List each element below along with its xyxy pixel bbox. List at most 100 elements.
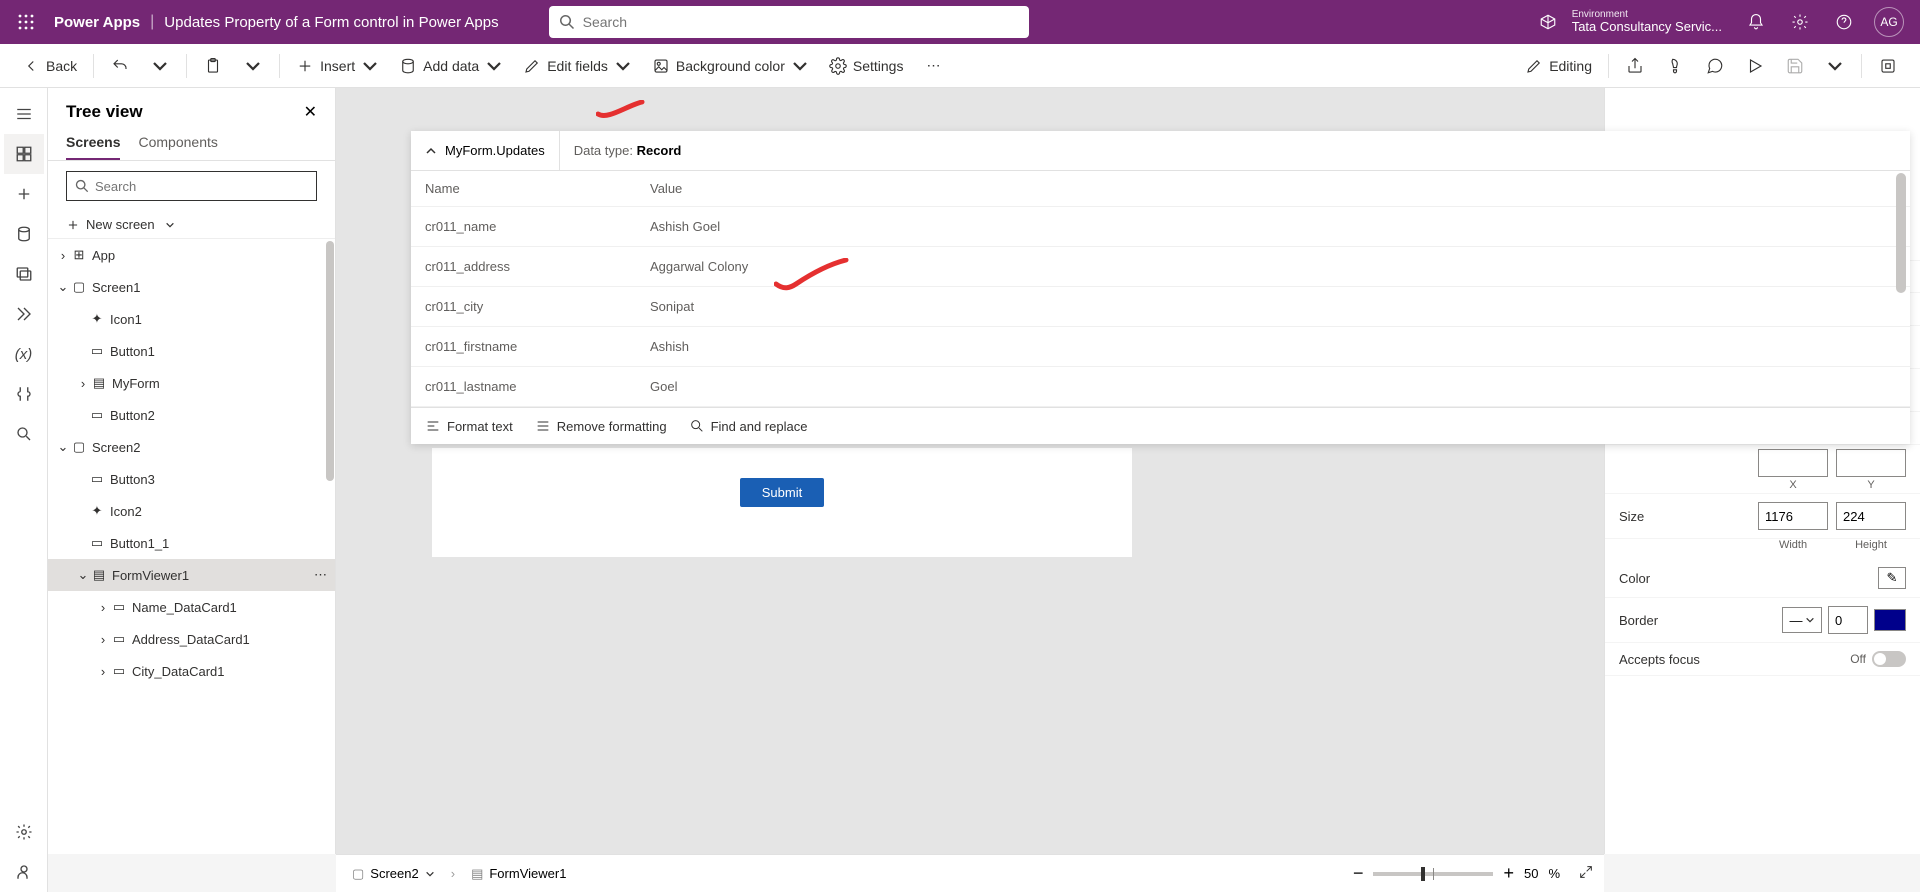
insert-button[interactable]: Insert	[288, 48, 387, 84]
zoom-in-icon[interactable]: +	[1503, 863, 1514, 884]
result-datatype: Data type: Record	[560, 143, 696, 158]
result-row[interactable]: cr011_addressAggarwal Colony	[411, 247, 1910, 287]
border-style-dropdown[interactable]: —	[1782, 607, 1822, 633]
zoom-out-icon[interactable]: −	[1353, 863, 1364, 884]
save-more-chevron[interactable]	[1817, 48, 1853, 84]
position-y-input[interactable]	[1836, 449, 1906, 477]
settings-button[interactable]: Settings	[821, 48, 912, 84]
result-row[interactable]: cr011_lastnameGoel	[411, 367, 1910, 407]
tree-node-icon2[interactable]: ✦Icon2	[48, 495, 335, 527]
result-scrollbar[interactable]	[1896, 173, 1908, 404]
back-label: Back	[46, 58, 77, 74]
search-rail-icon[interactable]	[4, 414, 44, 454]
tree-node-address-datacard[interactable]: ›▭Address_DataCard1	[48, 623, 335, 655]
notifications-icon[interactable]	[1736, 2, 1776, 42]
save-icon[interactable]	[1777, 48, 1813, 84]
breadcrumb-screen[interactable]: ▢Screen2	[346, 864, 441, 884]
search-box[interactable]	[549, 6, 1029, 38]
media-rail-icon[interactable]	[4, 254, 44, 294]
search-input[interactable]	[583, 14, 1019, 30]
color-label: Color	[1619, 571, 1650, 586]
back-button[interactable]: Back	[14, 48, 85, 84]
app-checker-icon[interactable]	[1657, 48, 1693, 84]
environment-icon[interactable]	[1528, 2, 1568, 42]
tree-node-icon1[interactable]: ✦Icon1	[48, 303, 335, 335]
tree-view-panel: Tree view ✕ Screens Components New scree…	[48, 88, 336, 854]
variables-rail-icon[interactable]: (x)	[4, 334, 44, 374]
flows-rail-icon[interactable]	[4, 294, 44, 334]
chevron-up-icon	[425, 145, 437, 157]
editing-mode-button[interactable]: Editing	[1517, 48, 1600, 84]
border-color-swatch[interactable]	[1874, 609, 1906, 631]
tree-view-title: Tree view	[66, 102, 143, 122]
new-screen-button[interactable]: New screen	[48, 211, 335, 238]
environment-picker[interactable]: Environment Tata Consultancy Servic...	[1572, 9, 1722, 34]
preview-icon[interactable]	[1737, 48, 1773, 84]
settings-label: Settings	[853, 58, 904, 74]
comments-icon[interactable]	[1697, 48, 1733, 84]
paste-button[interactable]	[195, 48, 231, 84]
app-launcher-icon[interactable]	[10, 6, 42, 38]
tree-scrollbar[interactable]	[325, 239, 335, 854]
chevron-down-icon	[425, 869, 435, 879]
result-row[interactable]: cr011_nameAshish Goel	[411, 207, 1910, 247]
tree-node-button2[interactable]: ▭Button2	[48, 399, 335, 431]
help-icon[interactable]	[1824, 2, 1864, 42]
fit-to-window-icon[interactable]	[1578, 864, 1594, 883]
tools-rail-icon[interactable]	[4, 374, 44, 414]
submit-button[interactable]: Submit	[740, 478, 824, 507]
status-bar: ▢Screen2 › ▤FormViewer1 − + 50 %	[336, 854, 1604, 892]
height-input[interactable]: 224	[1836, 502, 1906, 530]
tree-node-button1[interactable]: ▭Button1	[48, 335, 335, 367]
separator	[1861, 54, 1862, 78]
settings-rail-icon[interactable]	[4, 812, 44, 852]
tree-node-myform[interactable]: ›▤MyForm	[48, 367, 335, 399]
tree-node-name-datacard[interactable]: ›▭Name_DataCard1	[48, 591, 335, 623]
breadcrumb-control[interactable]: ▤FormViewer1	[465, 864, 572, 884]
publish-icon[interactable]	[1870, 48, 1906, 84]
result-row[interactable]: cr011_citySonipat	[411, 287, 1910, 327]
tree-node-city-datacard[interactable]: ›▭City_DataCard1	[48, 655, 335, 687]
insert-rail-icon[interactable]	[4, 174, 44, 214]
edit-fields-button[interactable]: Edit fields	[515, 48, 640, 84]
share-icon[interactable]	[1617, 48, 1653, 84]
remove-formatting-button[interactable]: Remove formatting	[535, 418, 667, 434]
position-x-input[interactable]	[1758, 449, 1828, 477]
result-row[interactable]: cr011_firstnameAshish	[411, 327, 1910, 367]
tree-node-button1-1[interactable]: ▭Button1_1	[48, 527, 335, 559]
form-canvas[interactable]: Submit	[432, 448, 1132, 557]
accepts-focus-toggle[interactable]	[1872, 651, 1906, 667]
tree-node-button3[interactable]: ▭Button3	[48, 463, 335, 495]
result-table: Name Value cr011_nameAshish Goelcr011_ad…	[411, 171, 1910, 407]
tree-search-box[interactable]	[66, 171, 317, 201]
undo-button[interactable]	[102, 48, 138, 84]
tree-node-screen1[interactable]: ⌄▢Screen1	[48, 271, 335, 303]
close-panel-icon[interactable]: ✕	[304, 102, 317, 122]
bg-color-button[interactable]: Background color	[644, 48, 817, 84]
tab-screens[interactable]: Screens	[66, 134, 120, 160]
data-rail-icon[interactable]	[4, 214, 44, 254]
paste-more-chevron[interactable]	[235, 48, 271, 84]
tab-components[interactable]: Components	[138, 134, 217, 160]
width-input[interactable]: 1176	[1758, 502, 1828, 530]
tree-search-input[interactable]	[95, 179, 308, 194]
hamburger-icon[interactable]	[4, 94, 44, 134]
virtual-agent-icon[interactable]	[4, 852, 44, 892]
settings-gear-icon[interactable]	[1780, 2, 1820, 42]
result-header-expr[interactable]: MyForm.Updates	[411, 131, 560, 170]
add-data-button[interactable]: Add data	[391, 48, 511, 84]
format-text-button[interactable]: Format text	[425, 418, 513, 434]
product-name[interactable]: Power Apps	[54, 14, 140, 31]
tree-node-formviewer1[interactable]: ⌄▤FormViewer1⋯	[48, 559, 335, 591]
undo-more-chevron[interactable]	[142, 48, 178, 84]
more-commands-icon[interactable]: ⋯	[915, 48, 951, 84]
border-width-input[interactable]: 0	[1828, 606, 1868, 634]
accepts-focus-label: Accepts focus	[1619, 652, 1700, 667]
user-avatar[interactable]: AG	[1874, 7, 1904, 37]
color-picker-icon[interactable]: ✎	[1878, 567, 1906, 589]
find-replace-button[interactable]: Find and replace	[689, 418, 808, 434]
tree-view-icon[interactable]	[4, 134, 44, 174]
tree-node-screen2[interactable]: ⌄▢Screen2	[48, 431, 335, 463]
tree-node-app[interactable]: ›⊞App	[48, 239, 335, 271]
zoom-slider[interactable]	[1373, 872, 1493, 876]
